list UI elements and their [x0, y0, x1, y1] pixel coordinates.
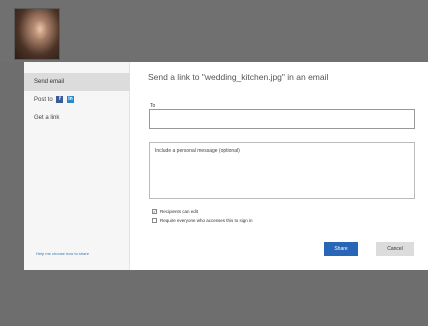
- dialog-heading: Send a link to "wedding_kitchen.jpg" in …: [148, 72, 329, 82]
- header-band: [0, 0, 428, 62]
- share-button[interactable]: Share: [324, 242, 358, 256]
- sidebar-item-send-email[interactable]: Send email: [24, 73, 130, 91]
- avatar: [14, 8, 60, 60]
- message-placeholder: Include a personal message (optional): [155, 148, 240, 154]
- message-input[interactable]: Include a personal message (optional): [149, 142, 415, 199]
- linkedin-icon[interactable]: in: [67, 95, 75, 103]
- checkbox-require-sign-in[interactable]: [152, 218, 157, 224]
- sidebar-item-post-to[interactable]: Post to f in: [24, 91, 130, 109]
- share-sidebar: Send email Post to f in Get a link Help …: [24, 62, 130, 270]
- sidebar-item-label: Get a link: [34, 115, 60, 121]
- option-recipients-can-edit[interactable]: ✓ Recipients can edit: [152, 209, 199, 215]
- cancel-button[interactable]: Cancel: [376, 242, 414, 256]
- checkbox-recipients-can-edit[interactable]: ✓: [152, 209, 157, 215]
- sidebar-item-label: Post to: [34, 97, 53, 103]
- facebook-icon[interactable]: f: [56, 95, 64, 103]
- help-link[interactable]: Help me choose how to share: [36, 251, 89, 256]
- option-label: Require everyone who accesses this to si…: [160, 218, 253, 223]
- sidebar-item-get-a-link[interactable]: Get a link: [24, 109, 130, 127]
- option-label: Recipients can edit: [160, 209, 199, 214]
- avatar-face: [33, 21, 47, 39]
- share-dialog: Send email Post to f in Get a link Help …: [24, 62, 428, 270]
- option-require-sign-in[interactable]: Require everyone who accesses this to si…: [152, 218, 253, 224]
- to-input[interactable]: [149, 109, 415, 129]
- sidebar-item-label: Send email: [34, 79, 65, 85]
